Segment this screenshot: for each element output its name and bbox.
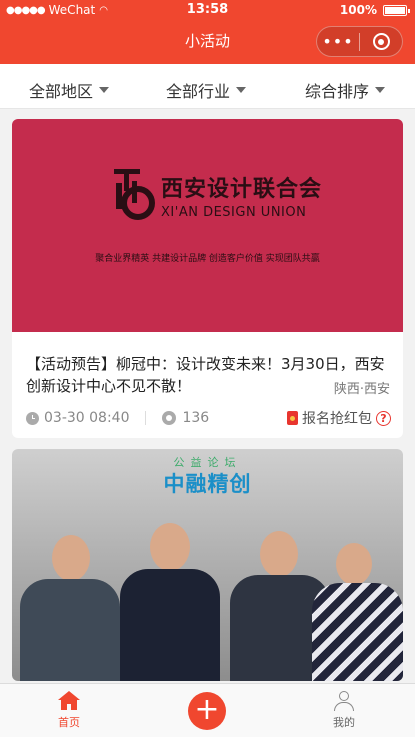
meta-divider bbox=[145, 411, 147, 425]
battery-icon bbox=[383, 4, 410, 16]
event-card[interactable]: 公益论坛 中融精创 bbox=[12, 449, 403, 681]
help-icon[interactable]: ? bbox=[376, 410, 391, 426]
banner-title: 中融精创 bbox=[163, 472, 252, 496]
battery-percent: 100% bbox=[339, 3, 377, 17]
event-banner[interactable]: 公益论坛 中融精创 bbox=[12, 449, 403, 681]
filter-sort-label: 综合排序 bbox=[305, 82, 370, 101]
add-button[interactable]: + bbox=[188, 692, 226, 730]
event-card[interactable]: 西安设计联合会 XI'AN DESIGN UNION 聚合业界精英 共建设计品牌… bbox=[12, 119, 403, 438]
chevron-down-icon bbox=[236, 87, 247, 93]
home-icon bbox=[58, 691, 80, 711]
tab-bar: 首页 + 我的 bbox=[0, 683, 415, 737]
more-dots-icon[interactable]: ••• bbox=[317, 27, 359, 56]
clock-icon bbox=[26, 411, 39, 425]
tab-me[interactable]: 我的 bbox=[314, 688, 374, 730]
speaker-photo bbox=[312, 531, 403, 681]
status-bar: ●●●●● WeChat ◠ 13:58 100% bbox=[0, 0, 415, 20]
org-name-en: XI'AN DESIGN UNION bbox=[161, 205, 307, 220]
banner-slogan: 聚合业界精英 共建设计品牌 创造客户价值 实现团队共赢 bbox=[95, 254, 320, 264]
red-envelope-icon bbox=[287, 411, 298, 425]
menu-capsule: ••• bbox=[316, 26, 403, 57]
user-icon bbox=[333, 691, 355, 711]
filter-bar: 全部地区 全部行业 综合排序 bbox=[0, 64, 415, 109]
filter-region[interactable]: 全部地区 bbox=[29, 78, 110, 102]
redpack-label: 报名抢红包 bbox=[302, 411, 372, 427]
org-name-cn: 西安设计联合会 bbox=[161, 177, 323, 202]
tab-me-label: 我的 bbox=[333, 716, 355, 729]
filter-region-label: 全部地区 bbox=[29, 82, 94, 101]
filter-industry-label: 全部行业 bbox=[166, 82, 231, 101]
speaker-photo bbox=[20, 521, 120, 681]
close-circle-icon[interactable] bbox=[360, 33, 402, 50]
event-meta: 03-30 08:40 136 bbox=[26, 408, 209, 428]
design-union-logo bbox=[114, 169, 155, 220]
navigation-bar: ●●●●● WeChat ◠ 13:58 100% 小活动 ••• bbox=[0, 0, 415, 64]
speaker-photo bbox=[120, 511, 220, 681]
event-datetime: 03-30 08:40 bbox=[44, 410, 130, 426]
tab-home[interactable]: 首页 bbox=[39, 688, 99, 730]
event-location: 陕西·西安 bbox=[333, 382, 390, 397]
chevron-down-icon bbox=[375, 87, 386, 93]
filter-sort[interactable]: 综合排序 bbox=[305, 78, 386, 102]
event-views: 136 bbox=[182, 410, 210, 426]
views-icon bbox=[162, 411, 177, 425]
tab-home-label: 首页 bbox=[58, 716, 80, 729]
filter-industry[interactable]: 全部行业 bbox=[166, 78, 247, 102]
event-banner[interactable]: 西安设计联合会 XI'AN DESIGN UNION 聚合业界精英 共建设计品牌… bbox=[12, 119, 403, 332]
redpack-signup[interactable]: 报名抢红包 ? bbox=[287, 408, 391, 428]
chevron-down-icon bbox=[99, 87, 110, 93]
